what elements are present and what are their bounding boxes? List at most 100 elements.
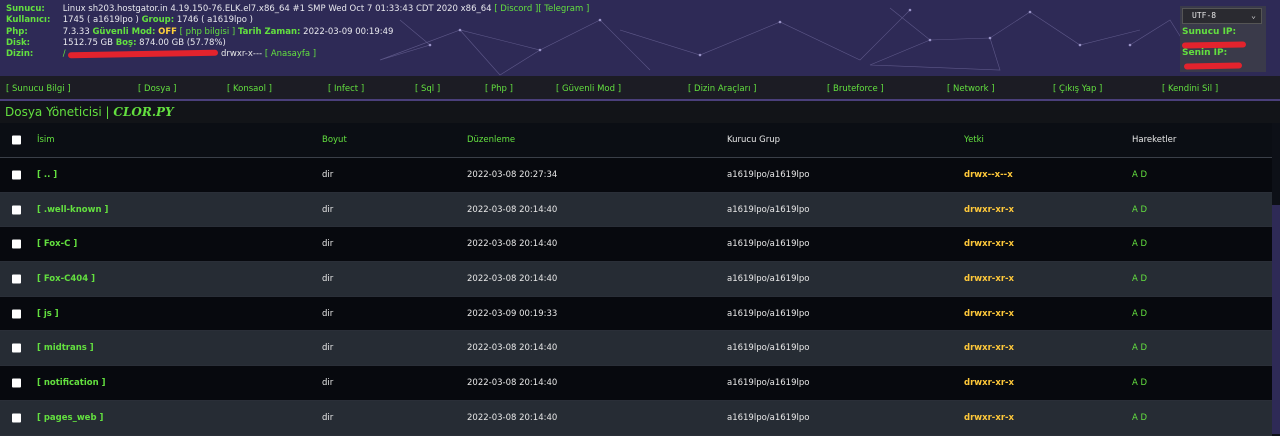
col-name-header[interactable]: İsim (37, 135, 55, 145)
php-version: 7.3.33 (62, 26, 90, 37)
disk-total: 1512.75 GB (62, 37, 113, 48)
select-all-checkbox[interactable] (12, 135, 21, 145)
file-owner: a1619lpo/a1619lpo (727, 308, 810, 319)
menu-safe-mode[interactable]: [ Güvenli Mod ] (556, 84, 621, 94)
file-modified: 2022-03-08 20:14:40 (467, 377, 558, 388)
menu-bruteforce[interactable]: [ Bruteforce ] (827, 84, 884, 94)
server-info-block: Sunucu: Linux sh203.hostgator.in 4.19.15… (6, 4, 589, 60)
col-owner-header: Kurucu Grup (727, 135, 781, 145)
file-modified: 2022-03-08 20:14:40 (467, 273, 558, 284)
file-permission[interactable]: drwxr-xr-x (964, 413, 1014, 423)
file-permission[interactable]: drwxr-xr-x (964, 378, 1014, 388)
file-modified: 2022-03-08 20:14:40 (467, 343, 558, 354)
file-size: dir (322, 412, 334, 423)
menu-sql[interactable]: [ Sql ] (415, 84, 440, 94)
file-actions[interactable]: A D (1132, 378, 1147, 388)
file-size: dir (322, 169, 334, 180)
col-size-header: Boyut (322, 135, 347, 145)
telegram-link[interactable]: [ Telegram ] (538, 4, 589, 14)
file-size: dir (322, 308, 334, 319)
file-size: dir (322, 273, 334, 284)
datetime-label: Tarih Zaman: (237, 26, 301, 37)
menu-network[interactable]: [ Network ] (947, 84, 995, 94)
encoding-select[interactable]: UTF-8 ⌄ (1182, 8, 1262, 24)
page-title: Dosya Yöneticisi | CLOR.PY (5, 105, 174, 119)
row-checkbox[interactable] (12, 413, 21, 423)
free-value: 874.00 GB (57.78%) (139, 37, 226, 48)
file-actions[interactable]: A D (1132, 170, 1147, 180)
file-permission[interactable]: drwx--x--x (964, 170, 1013, 180)
menu-console[interactable]: [ Konsaol ] (227, 84, 272, 94)
menu-infect[interactable]: [ Infect ] (328, 84, 364, 94)
ip-panel: UTF-8 ⌄ Sunucu IP: Senin IP: (1180, 6, 1266, 72)
server-value: Linux sh203.hostgator.in 4.19.150-76.ELK… (62, 4, 492, 14)
file-permission[interactable]: drwxr-xr-x (964, 205, 1014, 215)
col-modified-header: Düzenleme (467, 135, 516, 145)
file-manager-title-bar: Dosya Yöneticisi | CLOR.PY (0, 101, 1280, 123)
main-menu: [ Sunucu Bilgi ] [ Dosya ] [ Konsaol ] [… (0, 76, 1280, 101)
file-name-link[interactable]: [ js ] (37, 309, 59, 319)
dir-path-root[interactable]: / (63, 49, 66, 59)
file-actions[interactable]: A D (1132, 205, 1147, 215)
discord-link[interactable]: [ Discord ] (494, 4, 538, 14)
file-name-link[interactable]: [ .. ] (37, 170, 57, 180)
table-row: [ midtrans ] dir 2022-03-08 20:14:40 a1619l… (0, 331, 1272, 367)
file-actions[interactable]: A D (1132, 413, 1147, 423)
row-checkbox[interactable] (12, 343, 21, 353)
file-name-link[interactable]: [ Fox-C404 ] (37, 274, 95, 284)
table-row: [ .. ] dir 2022-03-08 20:27:34 a1619lpo/a16… (0, 158, 1272, 193)
file-actions[interactable]: A D (1132, 274, 1147, 284)
file-permission[interactable]: drwxr-xr-x (964, 343, 1014, 353)
brand-name: CLOR.PY (113, 105, 174, 119)
file-modified: 2022-03-08 20:14:40 (467, 204, 558, 215)
table-header: İsim Boyut Düzenleme Kurucu Grup Yetki H… (0, 123, 1272, 158)
dir-permission: drwxr-x--- (220, 49, 263, 60)
table-row: [ js ] dir 2022-03-09 00:19:33 a1619lpo/a16… (0, 296, 1272, 332)
col-actions-header: Hareketler (1132, 135, 1177, 145)
file-name-link[interactable]: [ Fox-C ] (37, 239, 77, 249)
menu-logout[interactable]: [ Çıkış Yap ] (1053, 84, 1102, 94)
server-label: Sunucu: (6, 4, 45, 14)
menu-file[interactable]: [ Dosya ] (138, 84, 176, 94)
row-checkbox[interactable] (12, 378, 21, 388)
your-ip-label: Senin IP: (1182, 48, 1228, 58)
menu-php[interactable]: [ Php ] (485, 84, 513, 94)
file-permission[interactable]: drwxr-xr-x (964, 309, 1014, 319)
menu-dir-tools[interactable]: [ Dizin Araçları ] (688, 84, 756, 94)
file-name-link[interactable]: [ midtrans ] (37, 343, 94, 353)
server-ip-label: Sunucu IP: (1182, 27, 1237, 37)
file-actions[interactable]: A D (1132, 239, 1147, 249)
file-permission[interactable]: drwxr-xr-x (964, 239, 1014, 249)
menu-self-delete[interactable]: [ Kendini Sil ] (1162, 84, 1218, 94)
dir-label: Dizin: (6, 49, 34, 60)
row-checkbox[interactable] (12, 309, 21, 319)
disk-label: Disk: (6, 37, 31, 48)
table-row: [ .well-known ] dir 2022-03-08 20:14:40 a16… (0, 192, 1272, 228)
file-actions[interactable]: A D (1132, 343, 1147, 353)
file-size: dir (322, 343, 334, 354)
datetime-value: 2022-03-09 00:19:49 (303, 26, 394, 37)
row-checkbox[interactable] (12, 274, 21, 284)
file-actions[interactable]: A D (1132, 309, 1147, 319)
group-label: Group: (141, 15, 175, 26)
file-name-link[interactable]: [ notification ] (37, 378, 106, 388)
redacted-path (68, 49, 219, 58)
file-permission[interactable]: drwxr-xr-x (964, 274, 1014, 284)
safe-mode-value: OFF (158, 26, 177, 37)
file-name-link[interactable]: [ pages_web ] (37, 413, 103, 423)
file-name-link[interactable]: [ .well-known ] (37, 205, 108, 215)
menu-server-info[interactable]: [ Sunucu Bilgi ] (6, 84, 71, 94)
row-checkbox[interactable] (12, 170, 21, 180)
php-info-link[interactable]: [ php bilgisi ] (180, 27, 236, 37)
file-owner: a1619lpo/a1619lpo (727, 239, 810, 250)
user-label: Kullanıcı: (6, 15, 51, 26)
row-checkbox[interactable] (12, 239, 21, 249)
row-checkbox[interactable] (12, 205, 21, 215)
file-owner: a1619lpo/a1619lpo (727, 204, 810, 215)
file-owner: a1619lpo/a1619lpo (727, 273, 810, 284)
user-value: 1745 ( a1619lpo ) (62, 15, 139, 26)
file-owner: a1619lpo/a1619lpo (727, 343, 810, 354)
file-size: dir (322, 377, 334, 388)
file-owner: a1619lpo/a1619lpo (727, 377, 810, 388)
home-link[interactable]: [ Anasayfa ] (265, 49, 316, 59)
